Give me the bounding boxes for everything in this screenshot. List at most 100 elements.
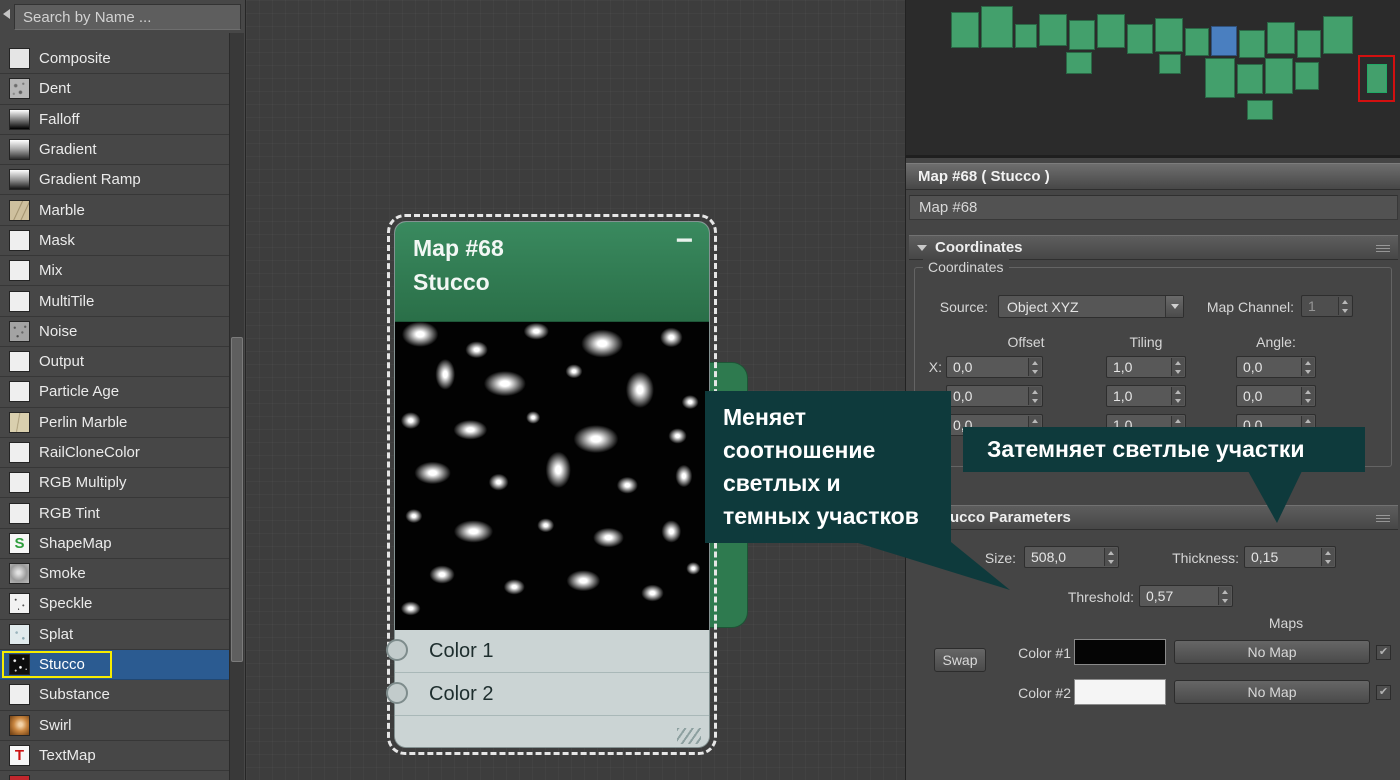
list-item-falloff[interactable]: Falloff xyxy=(0,105,229,135)
node-header[interactable]: Map #68 Stucco − xyxy=(395,222,709,322)
navigator-node-thumb[interactable] xyxy=(1066,52,1092,74)
navigator-node-thumb[interactable] xyxy=(1127,24,1153,54)
x-tiling-field[interactable]: 1,0 xyxy=(1106,356,1186,378)
list-item-partial[interactable] xyxy=(0,771,229,780)
spinner[interactable] xyxy=(1218,587,1231,605)
navigator-node-thumb[interactable] xyxy=(1267,22,1295,54)
navigator-view-frame[interactable] xyxy=(1358,55,1395,102)
params-title-bar[interactable]: Map #68 ( Stucco ) xyxy=(906,163,1400,190)
color2-map-button[interactable]: No Map xyxy=(1174,680,1370,704)
navigator-node-thumb[interactable] xyxy=(1297,30,1321,58)
list-item-rgb-tint[interactable]: RGB Tint xyxy=(0,498,229,529)
scrollbar-thumb[interactable] xyxy=(231,337,243,662)
source-dropdown[interactable]: Object XYZ xyxy=(998,295,1184,318)
stucco-parameters-rollout[interactable]: Stucco Parameters xyxy=(909,505,1398,530)
navigator-node-thumb[interactable] xyxy=(1237,64,1263,94)
spinner-up-icon[interactable] xyxy=(1302,416,1314,425)
node-body[interactable]: Map #68 Stucco − Color 1 Color 2 xyxy=(394,221,710,748)
node-slot-color1[interactable]: Color 1 xyxy=(395,630,709,673)
list-item-particle-age[interactable]: Particle Age xyxy=(0,377,229,408)
list-item-speckle[interactable]: Speckle xyxy=(0,589,229,620)
spinner[interactable] xyxy=(1338,297,1351,315)
spinner-down-icon[interactable] xyxy=(1172,396,1184,405)
spinner-up-icon[interactable] xyxy=(1029,416,1041,425)
navigator-node-thumb[interactable] xyxy=(1039,14,1067,46)
spinner[interactable] xyxy=(1321,548,1334,566)
node-editor-canvas[interactable]: Map #68 Stucco − Color 1 Color 2 xyxy=(246,0,905,780)
spinner-up-icon[interactable] xyxy=(1172,387,1184,396)
spinner-up-icon[interactable] xyxy=(1339,297,1351,306)
list-scrollbar[interactable] xyxy=(229,33,244,780)
navigator-node-thumb[interactable] xyxy=(1205,58,1235,98)
spinner-down-icon[interactable] xyxy=(1029,367,1041,376)
list-item-multitile[interactable]: MultiTile xyxy=(0,286,229,317)
spinner[interactable] xyxy=(1301,387,1314,405)
spinner-up-icon[interactable] xyxy=(1322,548,1334,557)
color2-map-checkbox[interactable]: ✔ xyxy=(1376,685,1391,700)
y-angle-field[interactable]: 0,0 xyxy=(1236,385,1316,407)
spinner-down-icon[interactable] xyxy=(1105,557,1117,566)
list-item-splat[interactable]: Splat xyxy=(0,620,229,650)
dropdown-arrow-icon[interactable] xyxy=(1165,296,1183,317)
spinner-down-icon[interactable] xyxy=(1339,306,1351,315)
y-tiling-field[interactable]: 1,0 xyxy=(1106,385,1186,407)
list-item-textmap[interactable]: T TextMap xyxy=(0,741,229,772)
node-slot-color2[interactable]: Color 2 xyxy=(395,673,709,716)
list-item-shapemap[interactable]: S ShapeMap xyxy=(0,529,229,560)
threshold-field[interactable]: 0,57 xyxy=(1139,585,1233,607)
color1-map-button[interactable]: No Map xyxy=(1174,640,1370,664)
x-angle-field[interactable]: 0,0 xyxy=(1236,356,1316,378)
list-item-perlin-marble[interactable]: Perlin Marble xyxy=(0,408,229,438)
size-field[interactable]: 508,0 xyxy=(1024,546,1119,568)
spinner[interactable] xyxy=(1301,358,1314,376)
list-item-rgb-multiply[interactable]: RGB Multiply xyxy=(0,468,229,499)
spinner-down-icon[interactable] xyxy=(1302,367,1314,376)
panel-collapse-icon[interactable] xyxy=(3,9,10,19)
spinner-up-icon[interactable] xyxy=(1302,387,1314,396)
list-item-noise[interactable]: Noise xyxy=(0,317,229,347)
spinner-down-icon[interactable] xyxy=(1302,396,1314,405)
spinner[interactable] xyxy=(1171,358,1184,376)
navigator-node-thumb[interactable] xyxy=(981,6,1013,48)
node-texture-preview[interactable] xyxy=(395,322,709,630)
spinner-up-icon[interactable] xyxy=(1219,587,1231,596)
list-item-marble[interactable]: Marble xyxy=(0,195,229,226)
list-item-mix[interactable]: Mix xyxy=(0,256,229,287)
navigator-panel[interactable] xyxy=(905,0,1400,158)
spinner-down-icon[interactable] xyxy=(1172,367,1184,376)
swap-button[interactable]: Swap xyxy=(934,648,986,672)
color1-input-socket[interactable] xyxy=(386,639,408,661)
navigator-node-thumb[interactable] xyxy=(1239,30,1265,58)
color2-input-socket[interactable] xyxy=(386,682,408,704)
color2-swatch[interactable] xyxy=(1074,679,1166,705)
list-item-gradient-ramp[interactable]: Gradient Ramp xyxy=(0,165,229,196)
spinner[interactable] xyxy=(1104,548,1117,566)
spinner-down-icon[interactable] xyxy=(1322,557,1334,566)
navigator-node-thumb[interactable] xyxy=(1069,20,1095,50)
spinner-up-icon[interactable] xyxy=(1172,416,1184,425)
navigator-node-thumb[interactable] xyxy=(1097,14,1125,48)
collapse-node-icon[interactable]: − xyxy=(675,224,693,258)
spinner-up-icon[interactable] xyxy=(1105,548,1117,557)
list-item-smoke[interactable]: Smoke xyxy=(0,559,229,590)
navigator-node-thumb[interactable] xyxy=(1015,24,1037,48)
list-item-gradient[interactable]: Gradient xyxy=(0,135,229,166)
list-item-swirl[interactable]: Swirl xyxy=(0,711,229,741)
color1-map-checkbox[interactable]: ✔ xyxy=(1376,645,1391,660)
list-item-railclonecolor[interactable]: RailCloneColor xyxy=(0,438,229,469)
navigator-node-thumb[interactable] xyxy=(1155,18,1183,52)
spinner-down-icon[interactable] xyxy=(1029,396,1041,405)
list-item-stucco[interactable]: Stucco xyxy=(0,649,229,681)
navigator-node-thumb[interactable] xyxy=(1185,28,1209,56)
spinner-down-icon[interactable] xyxy=(1219,596,1231,605)
search-input[interactable] xyxy=(15,5,240,29)
spinner-up-icon[interactable] xyxy=(1029,358,1041,367)
y-offset-field[interactable]: 0,0 xyxy=(946,385,1043,407)
coordinates-rollout[interactable]: Coordinates xyxy=(909,235,1398,260)
x-offset-field[interactable]: 0,0 xyxy=(946,356,1043,378)
navigator-node-thumb[interactable] xyxy=(1295,62,1319,90)
navigator-node-thumb[interactable] xyxy=(1211,26,1237,56)
list-item-substance[interactable]: Substance xyxy=(0,680,229,711)
thickness-field[interactable]: 0,15 xyxy=(1244,546,1336,568)
list-item-composite[interactable]: Composite xyxy=(0,44,229,75)
